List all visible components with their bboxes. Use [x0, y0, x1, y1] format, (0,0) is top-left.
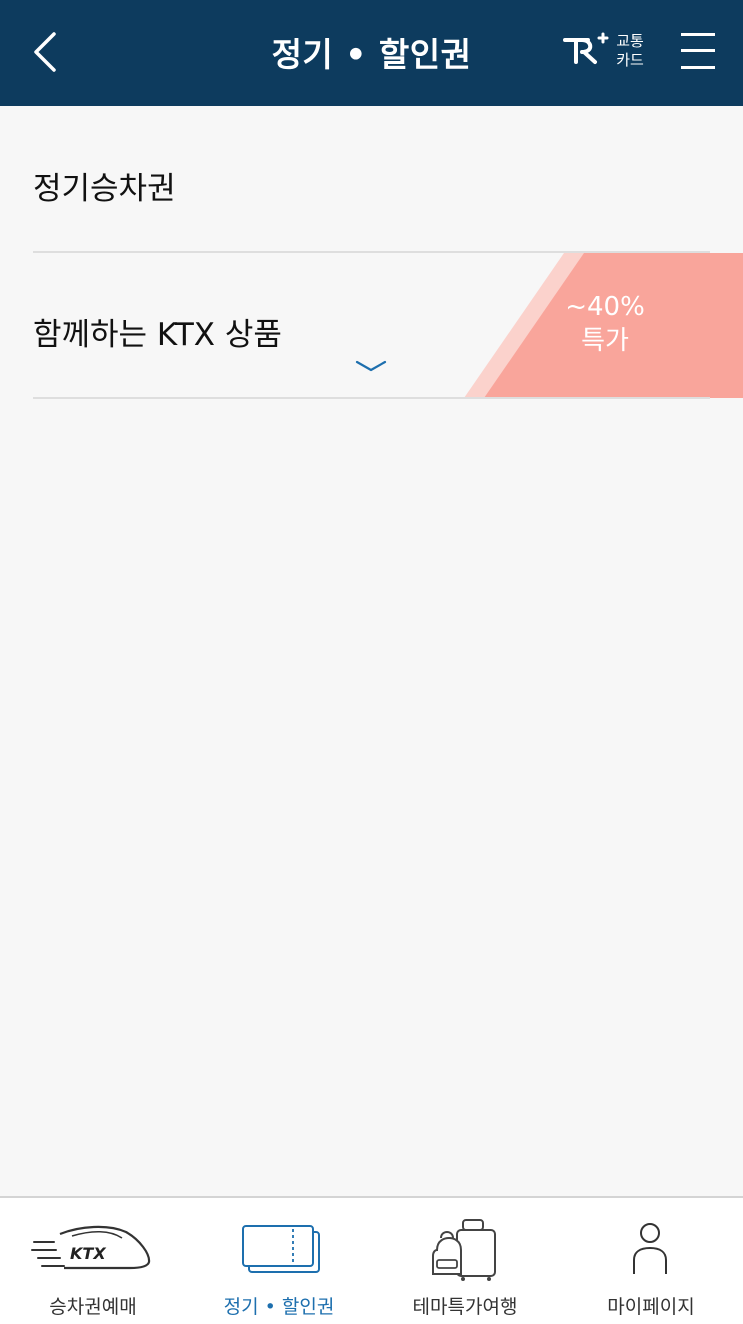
card-label-line1: 교통: [616, 32, 644, 50]
tab-label: 마이페이지: [607, 1296, 695, 1318]
back-button[interactable]: [26, 26, 70, 78]
list-item-label: 정기승차권: [33, 171, 176, 207]
app-header: 정기 • 할인권 교통 카드: [0, 0, 743, 106]
hamburger-menu-icon: [681, 49, 715, 52]
tab-label: 테마특가여행: [412, 1296, 518, 1318]
ktx-train-icon: KTX: [31, 1225, 151, 1270]
ticket-icon: [242, 1225, 320, 1273]
transport-card-button[interactable]: 교통 카드: [562, 30, 652, 76]
tab-my-page[interactable]: 마이페이지: [558, 1198, 743, 1324]
list-item-season-ticket[interactable]: 정기승차권: [33, 106, 710, 253]
list-item-ktx-products[interactable]: 함께하는 KTX 상품: [33, 253, 710, 399]
bottom-tab-bar: KTX 승차권예매 정기 • 할인권 테마특가여행 마이페이지: [0, 1196, 743, 1324]
hamburger-menu-button[interactable]: [678, 30, 718, 72]
list-item-label: 함께하는 KTX 상품: [33, 317, 282, 353]
card-label-line2: 카드: [616, 51, 644, 69]
tab-label: 승차권예매: [49, 1296, 137, 1318]
person-icon: [633, 1223, 667, 1274]
luggage-icon: [432, 1219, 496, 1281]
svg-text:KTX: KTX: [70, 1244, 106, 1263]
rail-plus-logo: [563, 32, 609, 64]
tab-ticket-booking[interactable]: KTX 승차권예매: [0, 1198, 186, 1324]
hamburger-menu-icon: [681, 33, 715, 36]
transport-card-label: 교통 카드: [612, 32, 648, 70]
chevron-left-icon: [34, 32, 56, 72]
tab-label: 정기 • 할인권: [223, 1296, 335, 1318]
chevron-down-icon: [355, 360, 387, 372]
hamburger-menu-icon: [681, 66, 715, 69]
tab-season-discount[interactable]: 정기 • 할인권: [186, 1198, 372, 1324]
tab-theme-travel[interactable]: 테마특가여행: [372, 1198, 558, 1324]
